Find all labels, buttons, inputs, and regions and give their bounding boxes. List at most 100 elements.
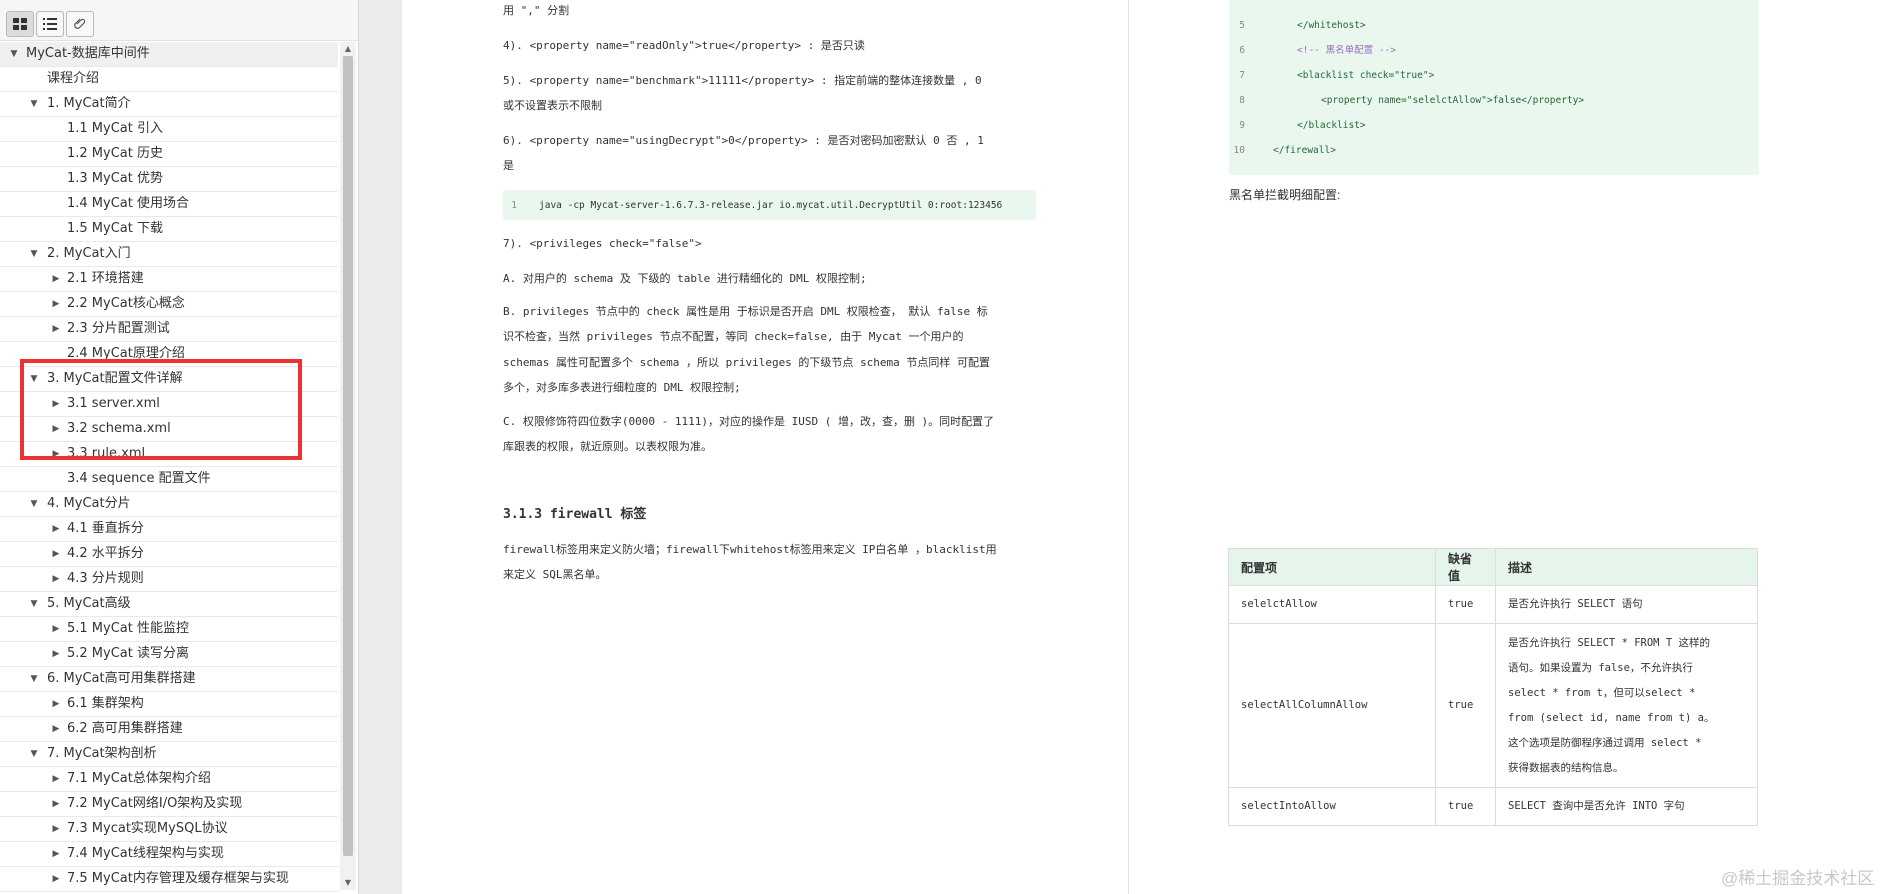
collapse-arrow-icon[interactable]: ▶ <box>50 317 62 341</box>
collapse-arrow-icon[interactable]: ▶ <box>50 692 62 716</box>
tree-item[interactable]: 1.2 MyCat 历史 <box>0 142 338 167</box>
tree-item[interactable]: ▼ 5. MyCat高级 <box>0 592 338 617</box>
code-line: 6 <!-- 黑名单配置 --> <box>1229 38 1759 63</box>
tree-item[interactable]: ▶ 2.1 环境搭建 <box>0 267 338 292</box>
scroll-down-arrow-icon[interactable]: ▼ <box>340 876 356 890</box>
code-line-text: <!-- 黑名单配置 --> <box>1297 45 1396 56</box>
tree-item[interactable]: ▼ 1. MyCat简介 <box>0 92 338 117</box>
paragraph-firewall-line2: 来定义 SQL黑名单。 <box>503 568 607 581</box>
code-line-text: <property name="selelctAllow">false</pro… <box>1321 95 1585 106</box>
code-line-number: 9 <box>1239 120 1245 131</box>
collapse-arrow-icon[interactable]: ▶ <box>50 842 62 866</box>
tree-item[interactable]: ▶ 7.4 MyCat线程架构与实现 <box>0 842 338 867</box>
tree-item[interactable]: ▶ 4.2 水平拆分 <box>0 542 338 567</box>
paragraph-a: A. 对用户的 schema 及 下级的 table 进行精细化的 DML 权限… <box>503 272 867 285</box>
tree-item[interactable]: ▶ 6.1 集群架构 <box>0 692 338 717</box>
code-line: 9 </blacklist> <box>1229 113 1759 138</box>
collapse-arrow-icon[interactable]: ▶ <box>50 717 62 741</box>
code-block-decrypt: 1 java -cp Mycat-server-1.6.7.3-release.… <box>503 190 1036 220</box>
description-cell: 是否允许执行 SELECT 语句 <box>1495 585 1758 624</box>
tree-item[interactable]: 3.4 sequence 配置文件 <box>0 467 338 492</box>
outline-tree: ▼ MyCat-数据库中间件课程介绍 ▼ 1. MyCat简介 1.1 MyCat 引入… <box>0 42 338 894</box>
tree-item[interactable]: ▶ 6.2 高可用集群搭建 <box>0 717 338 742</box>
expand-arrow-icon[interactable]: ▼ <box>28 492 40 516</box>
expand-arrow-icon[interactable]: ▼ <box>28 592 40 616</box>
tree-item[interactable]: ▶ 5.1 MyCat 性能监控 <box>0 617 338 642</box>
tree-item-label: 1.2 MyCat 历史 <box>67 146 163 161</box>
tree-item[interactable]: ▼ 4. MyCat分片 <box>0 492 338 517</box>
collapse-arrow-icon[interactable]: ▶ <box>50 817 62 841</box>
tree-item[interactable]: 1.1 MyCat 引入 <box>0 117 338 142</box>
collapse-arrow-icon[interactable]: ▶ <box>50 542 62 566</box>
tree-item[interactable]: ▼ 7. MyCat架构剖析 <box>0 742 338 767</box>
expand-arrow-icon[interactable]: ▼ <box>28 667 40 691</box>
code-line-text: <blacklist check="true"> <box>1297 70 1435 81</box>
tree-item[interactable]: ▶ 2.2 MyCat核心概念 <box>0 292 338 317</box>
tree-item[interactable]: ▶ 7.5 MyCat内存管理及缓存框架与实现 <box>0 867 338 892</box>
tree-item[interactable]: ▼ MyCat-数据库中间件 <box>0 42 338 67</box>
expand-arrow-icon[interactable]: ▼ <box>8 42 20 66</box>
tree-item[interactable]: ▶ 4.3 分片规则 <box>0 567 338 592</box>
expand-arrow-icon[interactable]: ▼ <box>28 92 40 116</box>
tree-item-label: 2. MyCat入门 <box>47 246 131 261</box>
table-body: selelctAllow true 是否允许执行 SELECT 语句 selectAl… <box>1228 585 1758 826</box>
description-line: select * from t，但可以select * <box>1508 686 1696 699</box>
paragraph-decrypt-line2: 是 <box>503 159 514 172</box>
code-line-text: </blacklist> <box>1297 120 1366 131</box>
tree-item-label: 7.2 MyCat网络I/O架构及实现 <box>67 796 243 811</box>
code-line-text: java -cp Mycat-server-1.6.7.3-release.ja… <box>539 200 1003 211</box>
section-heading-firewall: 3.1.3 firewall 标签 <box>503 507 647 522</box>
table-row: selectAllColumnAllow true 是否允许执行 SELECT * … <box>1228 623 1758 788</box>
code-line: 5 </whitehost> <box>1229 13 1759 38</box>
paragraph-b-line2: 识不检查，当然 privileges 节点不配置，等同 check=false,… <box>503 330 964 343</box>
tree-item-label: 6. MyCat高可用集群搭建 <box>47 671 196 686</box>
tree-item[interactable]: ▶ 7.2 MyCat网络I/O架构及实现 <box>0 792 338 817</box>
tree-item[interactable]: ▶ 2.3 分片配置测试 <box>0 317 338 342</box>
collapse-arrow-icon[interactable]: ▶ <box>50 267 62 291</box>
tree-item[interactable]: 1.4 MyCat 使用场合 <box>0 192 338 217</box>
collapse-arrow-icon[interactable]: ▶ <box>50 517 62 541</box>
paragraph-b-line4: 多个，对多库多表进行细粒度的 DML 权限控制; <box>503 381 741 394</box>
tree-item-label: 4. MyCat分片 <box>47 496 131 511</box>
paragraph-b-line1: B. privileges 节点中的 check 属性是用 于标识是否开启 DM… <box>503 305 988 318</box>
collapse-arrow-icon[interactable]: ▶ <box>50 292 62 316</box>
tree-item[interactable]: ▶ 5.2 MyCat 读写分离 <box>0 642 338 667</box>
document-page-left: 用 "," 分割 4). <property name="readOnly">t… <box>402 0 1128 894</box>
collapse-arrow-icon[interactable]: ▶ <box>50 567 62 591</box>
collapse-arrow-icon[interactable]: ▶ <box>50 617 62 641</box>
tree-item[interactable]: ▼ 6. MyCat高可用集群搭建 <box>0 667 338 692</box>
tree-item-label: MyCat-数据库中间件 <box>26 46 150 61</box>
collapse-arrow-icon[interactable]: ▶ <box>50 767 62 791</box>
tree-item-label: 2.3 分片配置测试 <box>67 321 170 336</box>
scrollbar-thumb[interactable] <box>343 56 353 856</box>
code-line-text: </whitehost> <box>1297 20 1366 31</box>
tree-item[interactable]: ▶ 7.1 MyCat总体架构介绍 <box>0 767 338 792</box>
collapse-arrow-icon[interactable]: ▶ <box>50 642 62 666</box>
watermark-text: @稀土掘金技术社区 <box>1721 869 1875 888</box>
code-line-number: 10 <box>1233 145 1245 156</box>
tree-item-label: 4.3 分片规则 <box>67 571 144 586</box>
attachment-button[interactable] <box>66 11 94 37</box>
tree-item[interactable]: 课程介绍 <box>0 67 338 92</box>
tree-item-label: 4.2 水平拆分 <box>67 546 144 561</box>
tree-item[interactable]: 1.5 MyCat 下载 <box>0 217 338 242</box>
paragraph-c-line1: C. 权限修饰符四位数字(0000 - 1111)，对应的操作是 IUSD ( … <box>503 415 995 428</box>
tree-item[interactable]: ▼ 2. MyCat入门 <box>0 242 338 267</box>
list-view-button[interactable] <box>36 11 64 37</box>
tree-item-label: 课程介绍 <box>47 71 100 86</box>
collapse-arrow-icon[interactable]: ▶ <box>50 792 62 816</box>
tree-item-label: 4.1 垂直拆分 <box>67 521 144 536</box>
scroll-up-arrow-icon[interactable]: ▲ <box>340 42 356 56</box>
expand-arrow-icon[interactable]: ▼ <box>28 242 40 266</box>
table-header-cell: 描述 <box>1495 548 1758 586</box>
sidebar-scrollbar[interactable]: ▲ ▼ <box>340 42 356 890</box>
grid-view-button[interactable] <box>6 11 34 37</box>
expand-arrow-icon[interactable]: ▼ <box>28 742 40 766</box>
collapse-arrow-icon[interactable]: ▶ <box>50 867 62 891</box>
tree-item-label: 6.2 高可用集群搭建 <box>67 721 183 736</box>
tree-item[interactable]: ▶ 7.3 Mycat实现MySQL协议 <box>0 817 338 842</box>
code-line: 10 </firewall> <box>1229 138 1759 163</box>
tree-item[interactable]: ▶ 4.1 垂直拆分 <box>0 517 338 542</box>
paragraph-benchmark-line1: 5). <property name="benchmark">11111</pr… <box>503 74 982 87</box>
tree-item[interactable]: 1.3 MyCat 优势 <box>0 167 338 192</box>
